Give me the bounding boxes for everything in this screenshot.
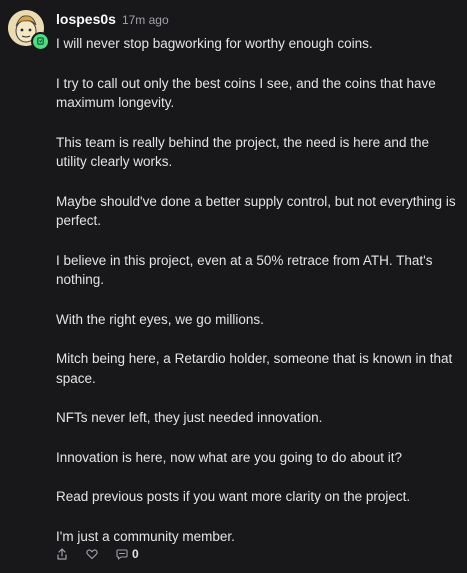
comment-paragraph: I try to call out only the best coins I … [56, 75, 436, 111]
comment-paragraph: NFTs never left, they just needed innova… [56, 410, 323, 425]
comment-paragraph: With the right eyes, we go millions. [56, 311, 264, 327]
comment-paragraph: Innovation is here, now what are you goi… [56, 449, 402, 465]
comment-card: lospes0s 17m ago I will never stop bagwo… [0, 0, 467, 573]
comment-paragraph: I will never stop bagworking for worthy … [56, 36, 373, 51]
verified-badge-icon [31, 32, 50, 51]
comment-body: I will never stop bagworking for worthy … [56, 34, 456, 566]
reply-count: 0 [132, 547, 139, 561]
comment-paragraph: Maybe should've done a better supply con… [56, 193, 456, 229]
username[interactable]: lospes0s [56, 11, 116, 27]
timestamp: 17m ago [121, 13, 169, 27]
share-icon [57, 548, 67, 560]
comment-paragraph: I'm just a community member. [56, 528, 235, 544]
comment-header: lospes0s 17m ago [56, 11, 169, 29]
comment-paragraph: Read previous posts if you want more cla… [56, 489, 411, 504]
like-button[interactable] [86, 548, 98, 560]
chat-bubble-icon [116, 549, 128, 560]
comment-paragraph: Mitch being here, a Retardio holder, som… [56, 351, 453, 386]
reply-button[interactable]: 0 [116, 547, 139, 561]
heart-icon [86, 549, 98, 560]
share-button[interactable] [56, 548, 68, 560]
avatar[interactable] [8, 10, 50, 51]
comment-paragraph: This team is really behind the project, … [56, 134, 429, 170]
comment-paragraph: I believe in this project, even at a 50%… [56, 252, 433, 288]
comment-actions: 0 [56, 546, 139, 562]
